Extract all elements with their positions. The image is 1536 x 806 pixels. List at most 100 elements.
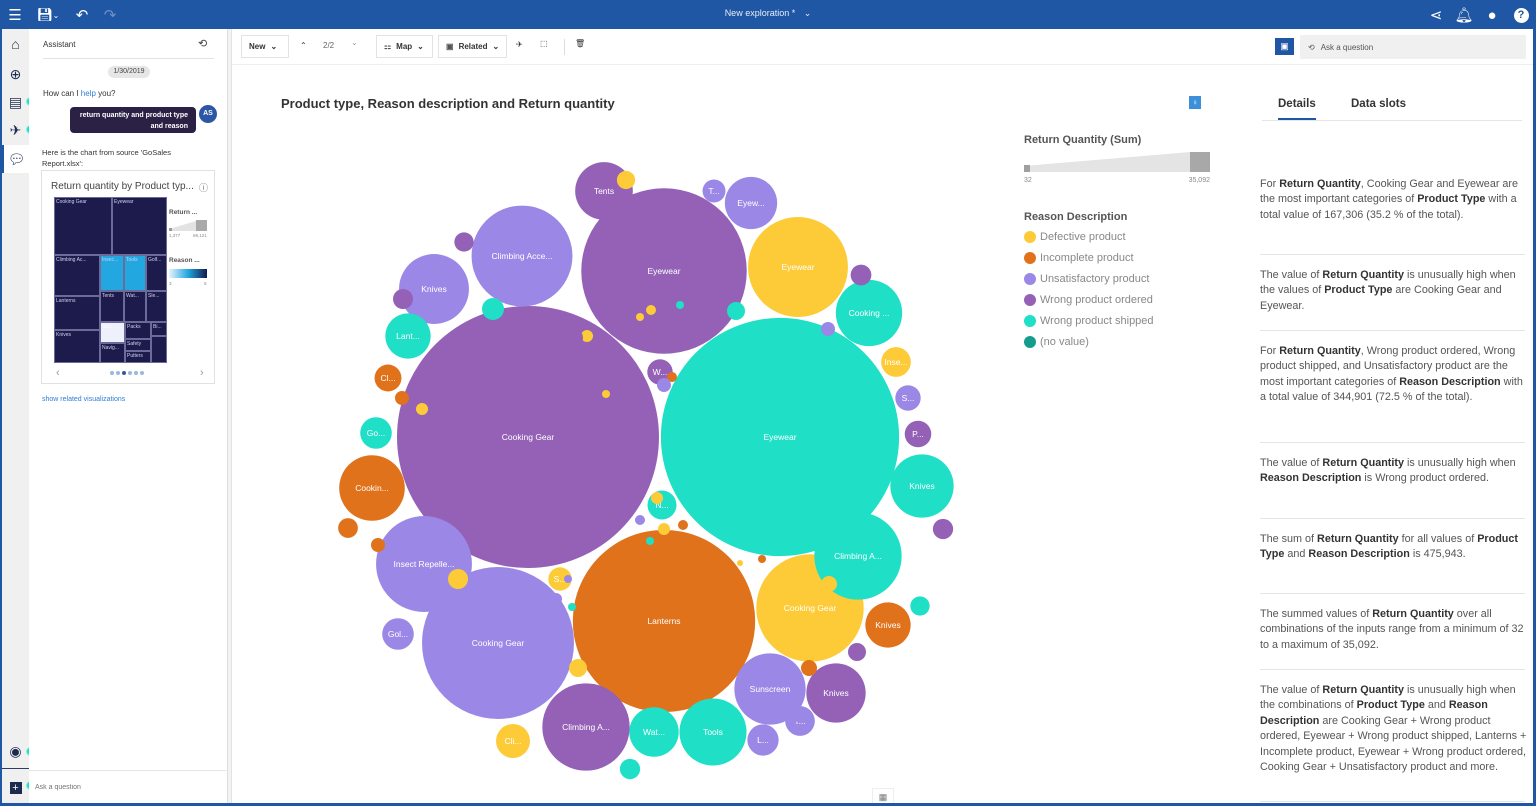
bubble-small[interactable] — [658, 523, 670, 535]
bubble-small[interactable] — [550, 593, 562, 605]
prev-page-button[interactable]: ⌃ — [300, 41, 307, 50]
help-icon[interactable]: ? — [1511, 5, 1531, 25]
rail-home[interactable]: ⌂ — [2, 30, 29, 58]
bubble[interactable] — [910, 596, 930, 616]
bubble-small[interactable] — [635, 515, 645, 525]
menu-icon[interactable]: ☰ — [5, 5, 25, 25]
treemap[interactable]: Cooking Gear Eyewear Climbing Ac... Inse… — [54, 197, 167, 363]
bubble-small[interactable] — [794, 709, 808, 723]
bubble-small[interactable] — [416, 403, 428, 415]
card-prev-button[interactable]: ‹ — [56, 367, 60, 379]
treemap-cell[interactable] — [151, 336, 167, 363]
undo-icon[interactable]: ↶ — [72, 5, 92, 25]
pagination-dot[interactable] — [116, 371, 120, 375]
bubble-small[interactable] — [758, 555, 766, 563]
bubble-small[interactable] — [395, 391, 409, 405]
bubble-small[interactable] — [482, 298, 504, 320]
pagination-dot[interactable] — [122, 371, 126, 375]
bubble-small[interactable] — [657, 378, 671, 392]
toggle-panel-button[interactable]: ▣ — [1275, 38, 1294, 55]
bubble[interactable] — [619, 758, 641, 780]
rail-account-check[interactable]: ◉ — [2, 737, 29, 765]
bubble-small[interactable] — [651, 492, 663, 504]
legend-item[interactable]: Wrong product ordered — [1024, 289, 1224, 310]
bubble-small[interactable] — [371, 538, 385, 552]
pagination-dot[interactable] — [134, 371, 138, 375]
treemap-cell[interactable]: Navig... — [100, 343, 125, 363]
rail-pins[interactable]: ✈︎ — [2, 116, 29, 144]
treemap-cell[interactable]: Packs — [125, 322, 151, 339]
bubble-small[interactable] — [821, 576, 837, 592]
rail-explore[interactable]: ⊕ — [2, 60, 29, 88]
bubble-small[interactable] — [564, 575, 572, 583]
bubble-small[interactable] — [568, 603, 576, 611]
bell-icon[interactable]: 🔔︎ — [1454, 5, 1474, 25]
info-icon[interactable]: ⓘ — [199, 181, 208, 194]
bubble-small[interactable] — [561, 327, 583, 349]
rail-assistant[interactable]: 💬︎ — [2, 145, 29, 173]
bubble-small[interactable] — [569, 659, 587, 677]
delete-icon[interactable]: 🗑︎ — [575, 39, 585, 48]
bubble-small[interactable] — [646, 305, 656, 315]
treemap-cell[interactable]: Knives — [54, 330, 100, 363]
card-next-button[interactable]: › — [200, 367, 204, 379]
bubble-small[interactable] — [801, 660, 817, 676]
treemap-cell[interactable]: Cooking Gear — [54, 197, 112, 255]
treemap-cell[interactable]: Climbing Ac... — [54, 255, 100, 296]
treemap-cell[interactable]: Sle... — [146, 291, 167, 322]
viz-card[interactable]: Return quantity by Product typ... ⓘ Cook… — [41, 170, 215, 384]
treemap-cell[interactable]: Sun... — [100, 322, 125, 343]
assistant-settings-icon[interactable]: ⟲ — [198, 37, 207, 50]
new-button[interactable]: New ⌄ — [241, 35, 289, 58]
bubble[interactable] — [616, 170, 636, 190]
bubble-small[interactable] — [821, 322, 835, 336]
treemap-cell[interactable]: Tents — [100, 291, 124, 322]
bubble-small[interactable] — [737, 560, 743, 566]
bubble-small[interactable] — [393, 289, 413, 309]
bubble-small[interactable] — [848, 643, 866, 661]
treemap-cell[interactable]: Putters — [125, 351, 151, 363]
bubble[interactable] — [338, 518, 358, 538]
legend-item[interactable]: Defective product — [1024, 226, 1224, 247]
bubble-small[interactable] — [448, 569, 468, 589]
bubble-small[interactable] — [678, 520, 688, 530]
treemap-cell[interactable]: Wat... — [124, 291, 146, 322]
pin-icon[interactable]: ✈︎ — [516, 40, 523, 49]
treemap-cell[interactable]: Lanterns — [54, 296, 100, 330]
bubble-small[interactable] — [676, 301, 684, 309]
assistant-ask-input[interactable] — [35, 784, 185, 791]
legend-item[interactable]: Incomplete product — [1024, 247, 1224, 268]
show-related-link[interactable]: show related visualizations — [42, 396, 125, 403]
legend-item[interactable]: (no value) — [1024, 331, 1224, 352]
legend-item[interactable]: Wrong product shipped — [1024, 310, 1224, 331]
treemap-cell[interactable]: Safety — [125, 339, 151, 351]
bubble[interactable] — [850, 264, 872, 286]
bubble-small[interactable] — [602, 390, 610, 398]
insight-bulb-icon[interactable]: ♀ — [1189, 96, 1201, 109]
treemap-cell[interactable]: Insec... — [100, 255, 124, 291]
next-page-button[interactable]: ⌄ — [351, 38, 358, 47]
treemap-cell[interactable]: Eyewear — [112, 197, 167, 255]
rail-add[interactable]: + — [2, 774, 29, 802]
tab-details[interactable]: Details — [1278, 98, 1316, 120]
treemap-cell[interactable]: Tools — [124, 255, 146, 291]
bubble[interactable] — [454, 232, 474, 252]
user-icon[interactable]: ● — [1482, 5, 1502, 25]
pagination-dot[interactable] — [140, 371, 144, 375]
pagination-dot[interactable] — [110, 371, 114, 375]
share-icon[interactable]: ⋖ — [1426, 5, 1446, 25]
bubble-small[interactable] — [636, 313, 644, 321]
pagination-dot[interactable] — [128, 371, 132, 375]
map-button[interactable]: ⚏ Map ⌄ — [376, 35, 433, 58]
title-chevron-icon[interactable]: ⌄ — [804, 8, 812, 18]
ask-question-input[interactable]: ⟲ Ask a question — [1300, 35, 1526, 59]
treemap-cell[interactable]: Bi... — [151, 322, 167, 336]
treemap-cell[interactable]: Golf... — [146, 255, 167, 291]
legend-item[interactable]: Unsatisfactory product — [1024, 268, 1224, 289]
related-button[interactable]: ▣ Related ⌄ — [438, 35, 507, 58]
rail-data-sources[interactable]: ▤ — [2, 88, 29, 116]
help-link[interactable]: help — [81, 89, 96, 98]
exploration-title[interactable]: New exploration * — [725, 8, 796, 18]
bubble-small[interactable] — [646, 537, 654, 545]
bubble-small[interactable] — [727, 302, 745, 320]
